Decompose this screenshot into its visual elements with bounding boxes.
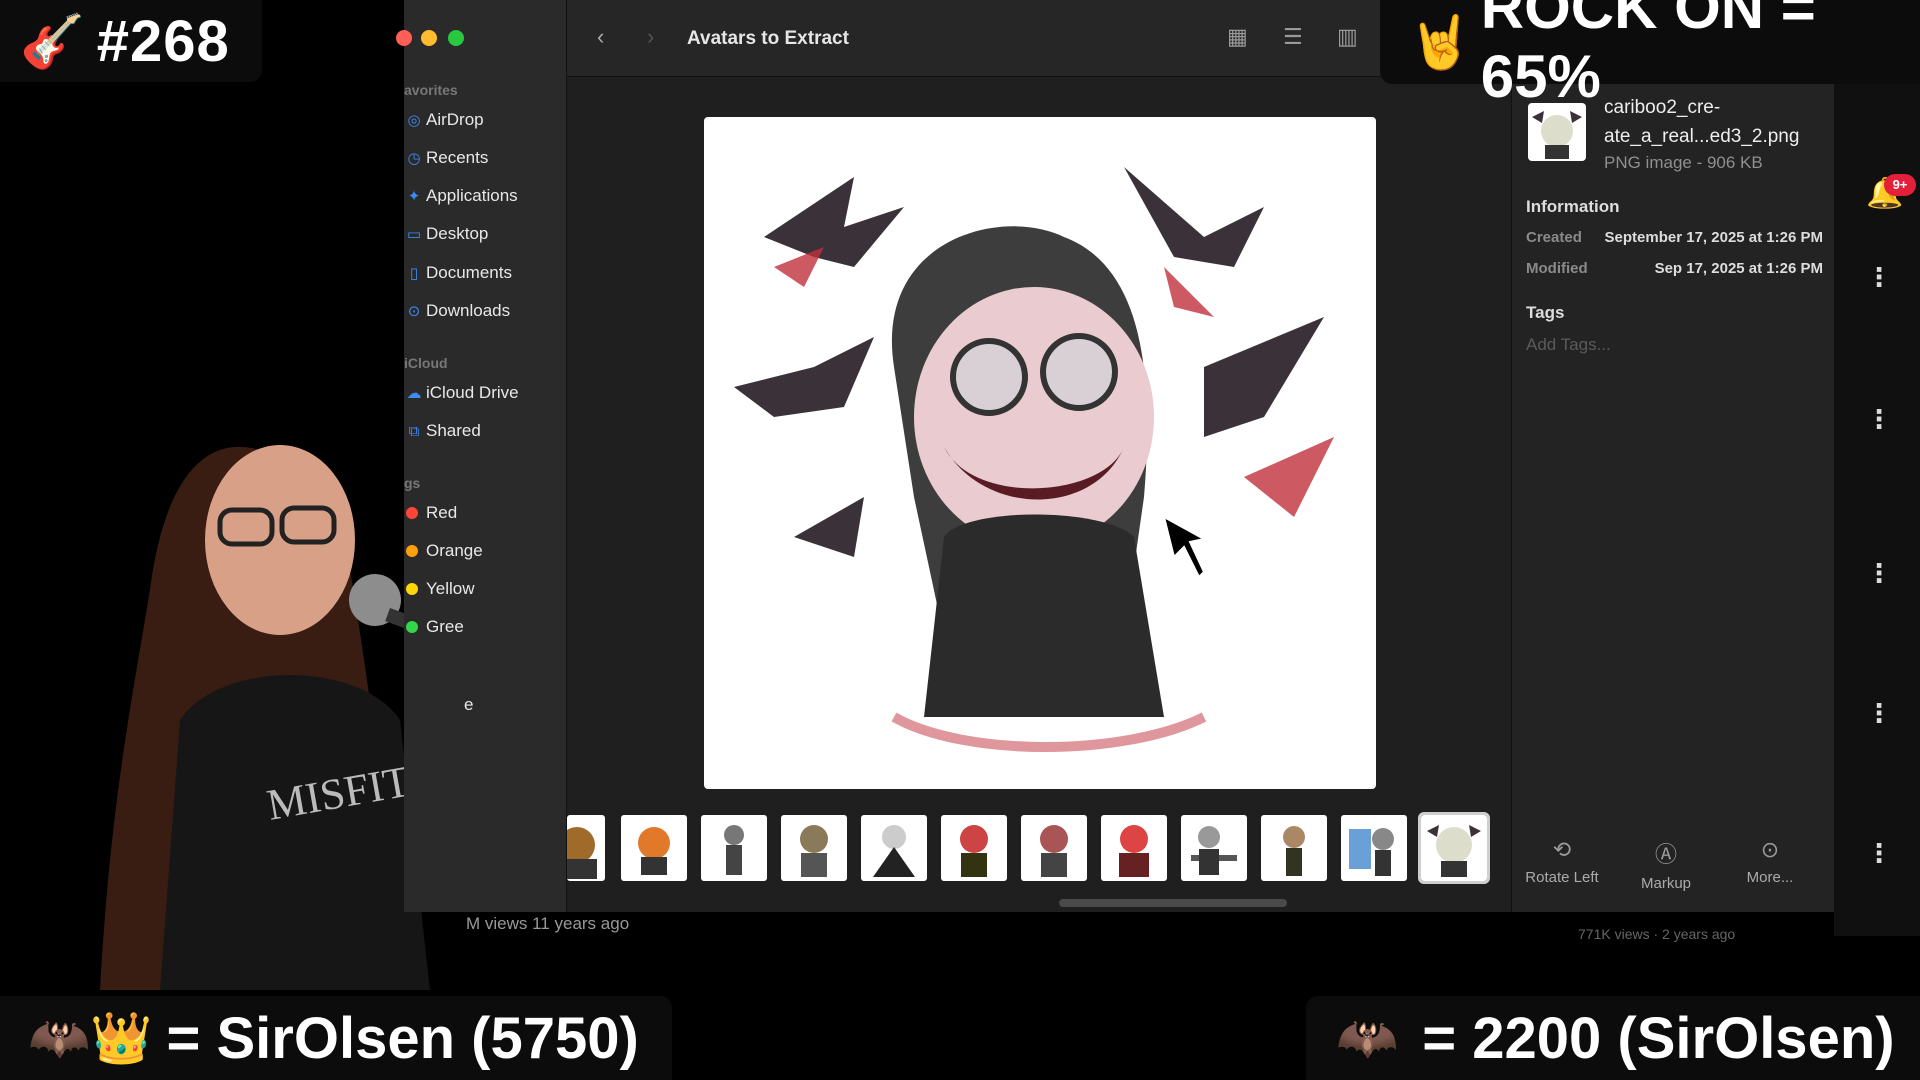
- sidebar-tag-orange[interactable]: Orange: [404, 536, 483, 566]
- kebab-menu-icon[interactable]: ⋮: [1866, 262, 1892, 293]
- kebab-menu-icon[interactable]: ⋮: [1866, 404, 1892, 435]
- add-tags-field[interactable]: Add Tags...: [1526, 335, 1611, 355]
- kebab-menu-icon[interactable]: ⋮: [1866, 698, 1892, 729]
- created-value: September 17, 2025 at 1:26 PM: [1604, 229, 1823, 246]
- sidebar-tag-yellow[interactable]: Yellow: [404, 574, 475, 604]
- horizontal-scrollbar[interactable]: [1059, 899, 1287, 907]
- icloud-header: iCloud: [404, 355, 448, 371]
- rotate-left-button[interactable]: ⟲ Rotate Left: [1512, 837, 1612, 886]
- rock-on-text: ROCK ON = 65%: [1480, 0, 1816, 110]
- gallery-preview-area: [567, 77, 1509, 912]
- minimize-window-button[interactable]: [421, 30, 437, 46]
- list-view-icon[interactable]: ☰: [1283, 24, 1303, 50]
- favorites-header: avorites: [404, 82, 458, 98]
- information-header: Information: [1526, 197, 1620, 216]
- video-meta-text: 771K views · 2 years ago: [1578, 926, 1736, 942]
- rock-hand-icon: 🤘: [1408, 13, 1473, 72]
- forward-chevron-icon[interactable]: ›: [647, 24, 654, 50]
- rock-on-overlay: 🤘 ROCK ON = 65%: [1380, 0, 1920, 110]
- yellow-tag-dot-icon: [406, 583, 418, 595]
- file-kind: PNG image - 906 KB: [1604, 153, 1763, 172]
- thumbnail-4[interactable]: [781, 815, 847, 881]
- tags-section-header: Tags: [1526, 303, 1565, 322]
- sidebar-tag-red[interactable]: Red: [404, 498, 457, 528]
- bat-icon: 🦇: [1336, 1009, 1399, 1066]
- video-views-text: M views 11 years ago: [466, 914, 630, 933]
- thumbnail-11[interactable]: [1341, 815, 1407, 881]
- modified-value: Sep 17, 2025 at 1:26 PM: [1654, 260, 1823, 277]
- clock-icon: ◷: [407, 150, 421, 167]
- bat-king-overlay: 🦇👑 = SirOlsen (5750): [0, 996, 672, 1080]
- thumbnail-1[interactable]: [567, 815, 605, 881]
- episode-overlay: 🎸 #268: [0, 0, 262, 82]
- kebab-menu-icon[interactable]: ⋮: [1866, 838, 1892, 869]
- finder-window: avorites ◎ AirDrop ◷ Recents ✦ Applicati…: [396, 0, 1835, 912]
- more-icon: ⊙: [1760, 837, 1780, 862]
- modified-label: Modified: [1526, 260, 1588, 277]
- thumbnail-strip: [567, 812, 1509, 885]
- bat-king-text: = SirOlsen (5750): [166, 1005, 639, 1071]
- back-chevron-icon[interactable]: ‹: [597, 24, 604, 50]
- green-tag-dot-icon: [406, 621, 418, 633]
- sidebar-item-applications[interactable]: ✦ Applications: [404, 181, 518, 211]
- close-window-button[interactable]: [396, 30, 412, 46]
- shared-folder-icon: ⧉: [408, 422, 420, 440]
- download-icon: ⊙: [407, 303, 421, 320]
- red-tag-dot-icon: [406, 507, 418, 519]
- thumbnail-6[interactable]: [941, 815, 1007, 881]
- thumbnail-7[interactable]: [1021, 815, 1087, 881]
- cloud-icon: ☁: [406, 385, 422, 402]
- preview-image[interactable]: [704, 117, 1376, 789]
- sidebar-item-documents[interactable]: ▯ Documents: [404, 258, 512, 288]
- info-inspector: cariboo2_cre-ate_a_real...ed3_2.png PNG …: [1511, 77, 1835, 912]
- sidebar-item-icloud-drive[interactable]: ☁ iCloud Drive: [404, 378, 519, 408]
- tags-header: gs: [404, 475, 421, 491]
- desktop-icon: ▭: [406, 226, 422, 243]
- sidebar-item-airdrop[interactable]: ◎ AirDrop: [404, 105, 483, 135]
- sidebar-item-downloads[interactable]: ⊙ Downloads: [404, 296, 510, 326]
- orange-tag-dot-icon: [406, 545, 418, 557]
- kebab-menu-icon[interactable]: ⋮: [1866, 558, 1892, 589]
- grid-view-icon[interactable]: ▦: [1227, 24, 1248, 50]
- more-button[interactable]: ⊙ More...: [1720, 837, 1820, 886]
- inspector-thumbnail: [1528, 103, 1586, 161]
- sidebar-item-desktop[interactable]: ▭ Desktop: [404, 219, 488, 249]
- notification-badge: 9+: [1884, 174, 1916, 196]
- sidebar-tag-green[interactable]: Gree: [404, 612, 464, 642]
- applications-icon: ✦: [407, 188, 421, 205]
- airdrop-icon: ◎: [407, 112, 421, 129]
- guitar-icon: 🎸: [20, 12, 85, 71]
- created-label: Created: [1526, 229, 1582, 246]
- thumbnail-selected[interactable]: [1418, 812, 1490, 884]
- finder-sidebar: avorites ◎ AirDrop ◷ Recents ✦ Applicati…: [396, 0, 567, 912]
- mouse-cursor-icon: [1162, 515, 1207, 579]
- bat-count-text: = 2200 (SirOlsen): [1422, 1005, 1895, 1071]
- bat-count-overlay: 🦇 = 2200 (SirOlsen): [1306, 996, 1920, 1080]
- sidebar-item-shared[interactable]: ⧉ Shared: [404, 416, 481, 446]
- thumbnail-10[interactable]: [1261, 815, 1327, 881]
- thumbnail-3[interactable]: [701, 815, 767, 881]
- thumbnail-9[interactable]: [1181, 815, 1247, 881]
- bat-crown-icon: 🦇👑: [28, 1009, 153, 1066]
- window-title: Avatars to Extract: [687, 28, 849, 49]
- column-view-icon[interactable]: ▥: [1337, 24, 1358, 50]
- thumbnail-5[interactable]: [861, 815, 927, 881]
- zoom-window-button[interactable]: [448, 30, 464, 46]
- thumbnail-8[interactable]: [1101, 815, 1167, 881]
- markup-button[interactable]: Ⓐ Markup: [1616, 837, 1716, 892]
- thumbnail-2[interactable]: [621, 815, 687, 881]
- episode-number: #268: [96, 8, 230, 74]
- rotate-left-icon: ⟲: [1552, 837, 1572, 862]
- sidebar-partial-item[interactable]: e: [464, 690, 473, 720]
- sidebar-item-recents[interactable]: ◷ Recents: [404, 143, 488, 173]
- background-browser: [1834, 84, 1920, 936]
- document-icon: ▯: [409, 265, 419, 282]
- markup-icon: Ⓐ: [1654, 842, 1677, 867]
